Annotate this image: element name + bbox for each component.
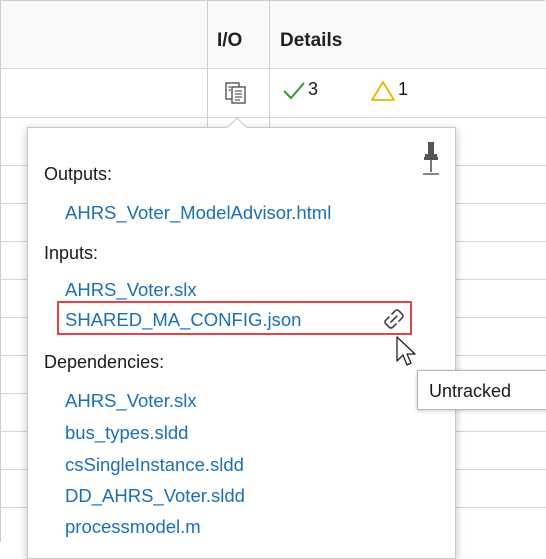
dependency-link[interactable]: bus_types.sldd (65, 422, 188, 444)
dependencies-label: Dependencies: (44, 352, 165, 372)
pass-count[interactable]: 3 (308, 79, 318, 100)
dependency-link[interactable]: processmodel.m (65, 516, 201, 538)
input-link[interactable]: AHRS_Voter.slx (65, 279, 197, 301)
outputs-label: Outputs: (44, 164, 113, 184)
output-link[interactable]: AHRS_Voter_ModelAdvisor.html (65, 202, 331, 224)
dependency-link[interactable]: csSingleInstance.sldd (65, 454, 244, 476)
header-details[interactable]: Details (280, 1, 342, 68)
table-header: I/O Details (1, 1, 546, 68)
mouse-cursor-icon (396, 336, 416, 366)
broken-link-icon[interactable] (384, 309, 404, 329)
dependency-link[interactable]: AHRS_Voter.slx (65, 390, 197, 412)
header-blank (1, 1, 208, 68)
header-io[interactable]: I/O (217, 1, 242, 68)
tooltip: Untracked (417, 370, 546, 410)
check-icon (283, 82, 305, 100)
row-divider (1, 68, 546, 69)
warning-icon (371, 81, 395, 101)
dependency-link[interactable]: DD_AHRS_Voter.sldd (65, 485, 245, 507)
pin-icon[interactable] (421, 140, 441, 178)
inputs-label: Inputs: (44, 243, 99, 263)
row-divider (1, 117, 546, 118)
io-report-icon[interactable] (225, 82, 247, 104)
popup-caret (227, 117, 247, 129)
highlight-box (57, 301, 412, 335)
warning-count[interactable]: 1 (398, 79, 408, 100)
